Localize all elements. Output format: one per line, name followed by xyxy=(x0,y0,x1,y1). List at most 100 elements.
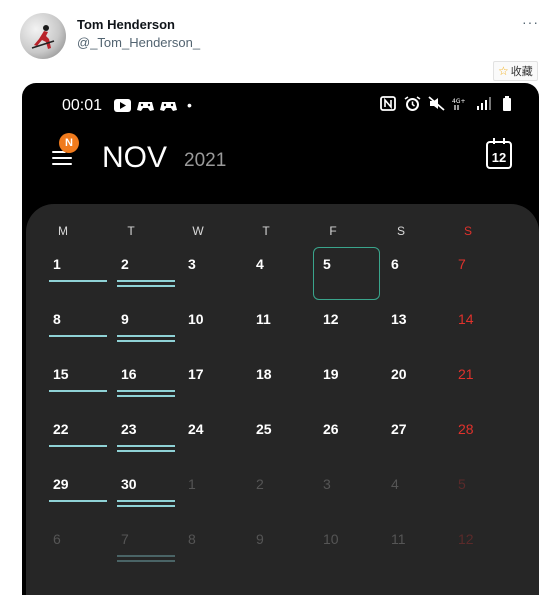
mute-icon xyxy=(428,96,445,111)
calendar-day[interactable]: 26 xyxy=(319,421,369,465)
calendar-header: N NOV 2021 12 xyxy=(22,127,539,197)
calendar-day[interactable]: 1 xyxy=(49,256,107,300)
day-number: 4 xyxy=(256,256,264,272)
calendar-day[interactable]: 20 xyxy=(387,366,437,410)
calendar-day[interactable]: 12 xyxy=(454,531,504,575)
user-handle[interactable]: @_Tom_Henderson_ xyxy=(77,35,200,50)
day-number: 2 xyxy=(121,256,129,272)
year-title[interactable]: 2021 xyxy=(184,150,226,172)
month-title[interactable]: NOV xyxy=(102,141,167,175)
calendar-day[interactable]: 23 xyxy=(117,421,175,465)
avatar[interactable] xyxy=(20,13,66,59)
day-number: 26 xyxy=(323,421,339,437)
calendar-day[interactable]: 30 xyxy=(117,476,175,520)
calendar-day[interactable]: 3 xyxy=(319,476,369,520)
calendar-day[interactable]: 5 xyxy=(454,476,504,520)
status-dot: • xyxy=(187,97,192,113)
calendar-day[interactable]: 25 xyxy=(252,421,302,465)
day-number: 11 xyxy=(256,311,271,327)
event-bar xyxy=(117,500,175,502)
calendar-day[interactable]: 7 xyxy=(117,531,175,575)
weekday-label: W xyxy=(192,224,204,238)
signal-icon xyxy=(477,97,491,110)
status-time: 00:01 xyxy=(62,97,103,114)
event-bar xyxy=(49,445,107,447)
calendar-day[interactable]: 11 xyxy=(387,531,437,575)
calendar-day[interactable]: 24 xyxy=(184,421,234,465)
event-bar xyxy=(49,335,107,337)
battery-icon xyxy=(503,96,511,111)
calendar-day[interactable]: 21 xyxy=(454,366,504,410)
calendar-day[interactable]: 11 xyxy=(252,311,302,355)
favorite-button[interactable]: ☆ 收藏 xyxy=(493,61,538,81)
calendar-day[interactable]: 18 xyxy=(252,366,302,410)
calendar-day[interactable]: 7 xyxy=(454,256,504,300)
day-number: 9 xyxy=(256,531,264,547)
calendar-day[interactable]: 9 xyxy=(252,531,302,575)
event-bar xyxy=(117,450,175,452)
calendar-day[interactable]: 1 xyxy=(184,476,234,520)
day-number: 29 xyxy=(53,476,69,492)
game-controller-icon xyxy=(160,101,177,111)
day-number: 12 xyxy=(458,531,474,547)
youtube-icon xyxy=(114,98,131,112)
day-number: 11 xyxy=(391,531,406,547)
event-bar xyxy=(117,505,175,507)
calendar-day[interactable]: 12 xyxy=(319,311,369,355)
more-options-icon[interactable]: ··· xyxy=(522,14,539,30)
calendar-day[interactable]: 8 xyxy=(184,531,234,575)
calendar-day[interactable]: 22 xyxy=(49,421,107,465)
calendar-day[interactable]: 10 xyxy=(319,531,369,575)
weekday-label: F xyxy=(329,224,337,238)
calendar-day[interactable]: 9 xyxy=(117,311,175,355)
calendar-grid: MTWTFSS 1 2 3 4 5 6 7 8 9 10 11 12 13 14 15 16 17 18 19 20 2… xyxy=(26,204,539,595)
svg-text:4G+: 4G+ xyxy=(452,98,466,105)
calendar-day[interactable]: 13 xyxy=(387,311,437,355)
calendar-day[interactable]: 28 xyxy=(454,421,504,465)
favorite-label: 收藏 xyxy=(510,65,533,78)
calendar-day[interactable]: 10 xyxy=(184,311,234,355)
day-number: 7 xyxy=(121,531,129,547)
event-bar xyxy=(117,340,175,342)
alarm-icon xyxy=(404,96,421,111)
calendar-day[interactable]: 4 xyxy=(387,476,437,520)
event-bar xyxy=(117,390,175,392)
status-bar: 00:01 • 4G+ xyxy=(22,83,539,127)
day-number: 2 xyxy=(256,476,264,492)
post-header: Tom Henderson @_Tom_Henderson_ ··· ☆ 收藏 xyxy=(0,0,550,81)
day-number: 14 xyxy=(458,311,474,327)
today-calendar-icon[interactable]: 12 xyxy=(486,138,512,169)
day-number: 10 xyxy=(323,531,339,547)
day-number: 23 xyxy=(121,421,137,437)
day-number: 21 xyxy=(458,366,474,382)
day-number: 10 xyxy=(188,311,204,327)
day-number: 15 xyxy=(53,366,69,382)
calendar-day[interactable]: 4 xyxy=(252,256,302,300)
calendar-day[interactable]: 16 xyxy=(117,366,175,410)
calendar-day[interactable]: 14 xyxy=(454,311,504,355)
calendar-day[interactable]: 3 xyxy=(184,256,234,300)
day-number: 4 xyxy=(391,476,399,492)
day-number: 30 xyxy=(121,476,137,492)
game-controller-icon xyxy=(137,101,154,111)
nfc-icon xyxy=(380,96,396,111)
calendar-day[interactable]: 29 xyxy=(49,476,107,520)
phone-screenshot: 00:01 • 4G+ N NOV 2021 12 MTWTFSS 123456… xyxy=(22,83,539,595)
event-bar xyxy=(49,280,107,282)
calendar-day[interactable]: 27 xyxy=(387,421,437,465)
calendar-day[interactable]: 2 xyxy=(252,476,302,520)
calendar-day[interactable]: 15 xyxy=(49,366,107,410)
calendar-day[interactable]: 17 xyxy=(184,366,234,410)
star-icon: ☆ xyxy=(498,64,509,78)
user-name[interactable]: Tom Henderson xyxy=(77,17,175,32)
weekday-label: M xyxy=(58,224,68,238)
calendar-day[interactable]: 8 xyxy=(49,311,107,355)
calendar-day[interactable]: 6 xyxy=(49,531,99,575)
calendar-day[interactable]: 19 xyxy=(319,366,369,410)
day-number: 1 xyxy=(53,256,61,272)
calendar-day[interactable]: 6 xyxy=(387,256,437,300)
event-bar xyxy=(117,280,175,282)
calendar-day[interactable]: 2 xyxy=(117,256,175,300)
day-number: 12 xyxy=(323,311,339,327)
day-number: 6 xyxy=(53,531,61,547)
